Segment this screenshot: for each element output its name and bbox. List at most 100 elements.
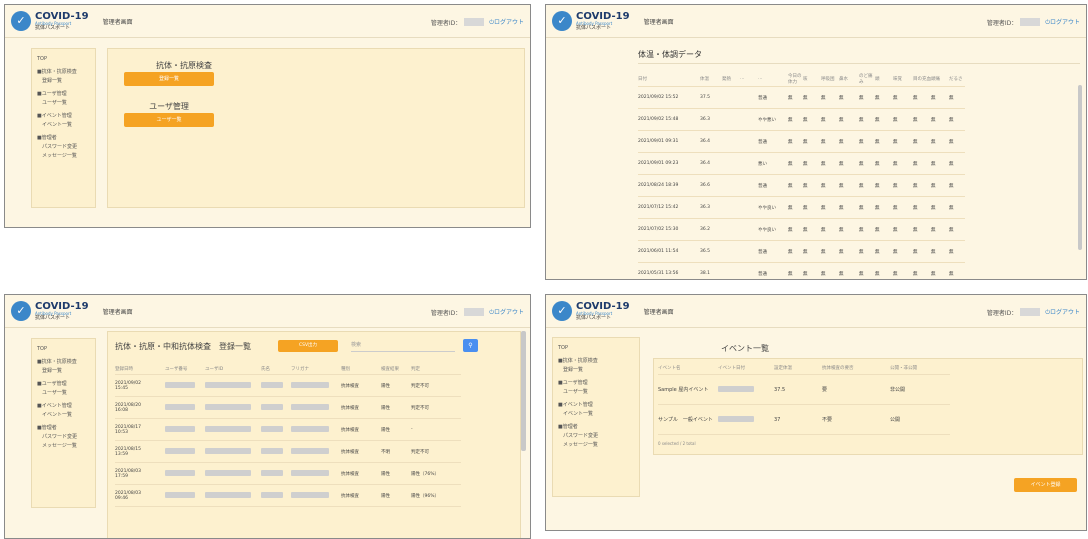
sidebar-item-test-list[interactable]: 登録一覧 bbox=[558, 366, 634, 375]
sidebar: TOP ■抗体・抗原検査 登録一覧 ■ユーザ管理 ユーザ一覧 ■イベント管理 イ… bbox=[31, 48, 96, 208]
logo[interactable]: ✓ COVID-19 Antibody Passport 抗体パスポート bbox=[552, 11, 630, 31]
logo[interactable]: ✓ COVID-19 Antibody Passport 抗体パスポート bbox=[552, 301, 630, 321]
redacted-value bbox=[261, 381, 283, 388]
sidebar-item-user-list[interactable]: ユーザ一覧 bbox=[558, 388, 634, 397]
cell-symptom: 無 bbox=[839, 249, 844, 255]
table-row[interactable]: 2021/08/17 10:53 抗体検査 陽性 - bbox=[115, 419, 461, 441]
logo[interactable]: ✓ COVID-19 Antibody Passport 抗体パスポート bbox=[11, 301, 89, 321]
cell-condition: やや悪い bbox=[758, 117, 776, 123]
cell-symptom: 無 bbox=[788, 117, 793, 123]
sidebar-item-password[interactable]: パスワード変更 bbox=[558, 432, 634, 441]
cell-symptom: 無 bbox=[913, 205, 918, 211]
sidebar-item-event-list[interactable]: イベント一覧 bbox=[558, 410, 634, 419]
redacted-value bbox=[291, 403, 329, 410]
cell-event-name: Sample 屋内イベント bbox=[658, 387, 709, 393]
search-icon[interactable]: ⚲ bbox=[463, 339, 478, 352]
table-row[interactable]: 2021/07/02 15:30 36.2 やや良い 無 無 無 無 無 無 無 無 無 無 bbox=[638, 219, 965, 241]
cell-judge: 判定不可 bbox=[411, 383, 429, 389]
column-header: 咳 bbox=[803, 76, 808, 82]
table-row[interactable]: 2021/09/01 09:31 36.4 普通 無 無 無 無 無 無 無 無 無 無 bbox=[638, 131, 965, 153]
sidebar-item-user-list[interactable]: ユーザ一覧 bbox=[37, 99, 90, 108]
sidebar-item-top[interactable]: TOP bbox=[37, 345, 90, 354]
sidebar-item-event-list[interactable]: イベント一覧 bbox=[37, 121, 90, 130]
table-row[interactable]: 2021/08/03 09:46 抗体検査 陽性 陽性（96%） bbox=[115, 485, 461, 507]
sidebar-group-test: ■抗体・抗原検査 bbox=[37, 359, 77, 365]
table-row[interactable]: 2021/08/15 13:59 抗体検査 不明 判定不可 bbox=[115, 441, 461, 463]
logout-button[interactable]: ⏻ログアウト bbox=[1045, 17, 1080, 27]
logo-jp: 抗体パスポート bbox=[35, 24, 71, 31]
column-header: ユーザID bbox=[205, 366, 224, 372]
cell-symptom: 無 bbox=[949, 227, 954, 233]
cell-user-number bbox=[165, 469, 205, 478]
cell-symptom: 無 bbox=[803, 249, 808, 255]
sidebar-item-messages[interactable]: メッセージ一覧 bbox=[37, 442, 90, 451]
cell-user-number bbox=[165, 447, 205, 456]
table-row[interactable]: 2021/08/20 16:08 抗体検査 陽性 判定不可 bbox=[115, 397, 461, 419]
column-header: 氏名 bbox=[261, 366, 270, 372]
scrollbar[interactable] bbox=[1078, 85, 1082, 250]
sidebar-item-password[interactable]: パスワード変更 bbox=[37, 433, 90, 442]
sidebar-item-top[interactable]: TOP bbox=[558, 344, 634, 353]
logout-button[interactable]: ⏻ログアウト bbox=[489, 17, 524, 27]
column-header: 頭 bbox=[875, 76, 880, 82]
search-input[interactable]: 検索 bbox=[351, 341, 455, 352]
cell-symptom: 無 bbox=[875, 117, 880, 123]
cell-result: 陽性 bbox=[381, 493, 390, 499]
sidebar-item-password[interactable]: パスワード変更 bbox=[37, 143, 90, 152]
shield-check-icon: ✓ bbox=[552, 301, 572, 321]
table-row[interactable]: 2021/06/01 11:54 36.5 普通 無 無 無 無 無 無 無 無 無 無 bbox=[638, 241, 965, 263]
table-row[interactable]: 2021/09/02 15:48 36.3 やや悪い 無 無 無 無 無 無 無 無 無 無 bbox=[638, 109, 965, 131]
user-list-button[interactable]: ユーザ一覧 bbox=[124, 113, 214, 127]
admin-id-label: 管理者ID： bbox=[430, 19, 462, 27]
cell-furigana bbox=[291, 403, 341, 412]
table-row[interactable]: 2021/07/12 15:42 36.3 やや良い 無 無 無 無 無 無 無 無 無 無 bbox=[638, 197, 965, 219]
cell-symptom: 無 bbox=[931, 271, 936, 277]
cell-condition: やや良い bbox=[758, 205, 776, 211]
table-row[interactable]: 2021/05/31 13:56 38.1 普通 無 無 無 無 無 無 無 無 無 無 bbox=[638, 263, 965, 279]
cell-symptom: 無 bbox=[839, 205, 844, 211]
sidebar-item-test-list[interactable]: 登録一覧 bbox=[37, 367, 90, 376]
table-row[interactable]: 2021/09/01 09:23 36.4 悪い 無 無 無 無 無 無 無 無 無 無 bbox=[638, 153, 965, 175]
redacted-value bbox=[718, 415, 754, 422]
admin-id-label: 管理者ID： bbox=[430, 309, 462, 317]
logout-button[interactable]: ⏻ログアウト bbox=[489, 307, 524, 317]
cell-symptom: 無 bbox=[913, 271, 918, 277]
cell-symptom: 無 bbox=[821, 161, 826, 167]
cell-type: 抗体検査 bbox=[341, 427, 359, 433]
cell-condition: 普通 bbox=[758, 95, 767, 101]
cell-symptom: 無 bbox=[931, 205, 936, 211]
event-register-button[interactable]: イベント登録 bbox=[1014, 478, 1077, 492]
sidebar-item-top[interactable]: TOP bbox=[37, 55, 90, 64]
table-row[interactable]: 2021/08/24 18:39 36.6 普通 無 無 無 無 無 無 無 無 無 無 bbox=[638, 175, 965, 197]
sidebar-item-messages[interactable]: メッセージ一覧 bbox=[558, 441, 634, 450]
table-row[interactable]: 2021/09/02 15:52 37.5 普通 無 無 無 無 無 無 無 無 無 無 bbox=[638, 87, 965, 109]
table-row[interactable]: 2021/09/02 15:45 抗体検査 陽性 判定不可 bbox=[115, 375, 461, 397]
logo[interactable]: ✓ COVID-19 Antibody Passport 抗体パスポート bbox=[11, 11, 89, 31]
cell-symptom: 無 bbox=[949, 249, 954, 255]
test-list-button[interactable]: 登録一覧 bbox=[124, 72, 214, 86]
cell-symptom: 無 bbox=[931, 249, 936, 255]
sidebar-item-user-list[interactable]: ユーザ一覧 bbox=[37, 389, 90, 398]
cell-symptom: 無 bbox=[803, 161, 808, 167]
header-title: 管理者画面 bbox=[643, 308, 674, 316]
cell-symptom: 無 bbox=[839, 183, 844, 189]
cell-temp: 36.3 bbox=[700, 117, 711, 122]
sidebar-item-messages[interactable]: メッセージ一覧 bbox=[37, 152, 90, 161]
csv-export-button[interactable]: CSV出力 bbox=[278, 340, 338, 352]
logout-button[interactable]: ⏻ログアウト bbox=[1045, 307, 1080, 317]
cell-judge: 陽性（76%） bbox=[411, 471, 440, 477]
cell-furigana bbox=[291, 425, 341, 434]
cell-symptom: 無 bbox=[931, 227, 936, 233]
cell-name bbox=[261, 447, 291, 456]
cell-symptom: 無 bbox=[788, 183, 793, 189]
table-row[interactable]: Sample 屋内イベント 37.5 要 非公開 bbox=[658, 375, 950, 405]
table-row[interactable]: サンプル 一般イベント 37 不要 公開 bbox=[658, 405, 950, 435]
scrollbar[interactable] bbox=[521, 331, 526, 451]
logo-jp: 抗体パスポート bbox=[576, 24, 612, 31]
sidebar-item-test-list[interactable]: 登録一覧 bbox=[37, 77, 90, 86]
sidebar-item-event-list[interactable]: イベント一覧 bbox=[37, 411, 90, 420]
cell-symptom: 無 bbox=[893, 183, 898, 189]
table-row[interactable]: 2021/08/03 17:59 抗体検査 陽性 陽性（76%） bbox=[115, 463, 461, 485]
cell-date: 2021/08/17 10:53 bbox=[115, 425, 165, 435]
cell-name bbox=[261, 491, 291, 500]
